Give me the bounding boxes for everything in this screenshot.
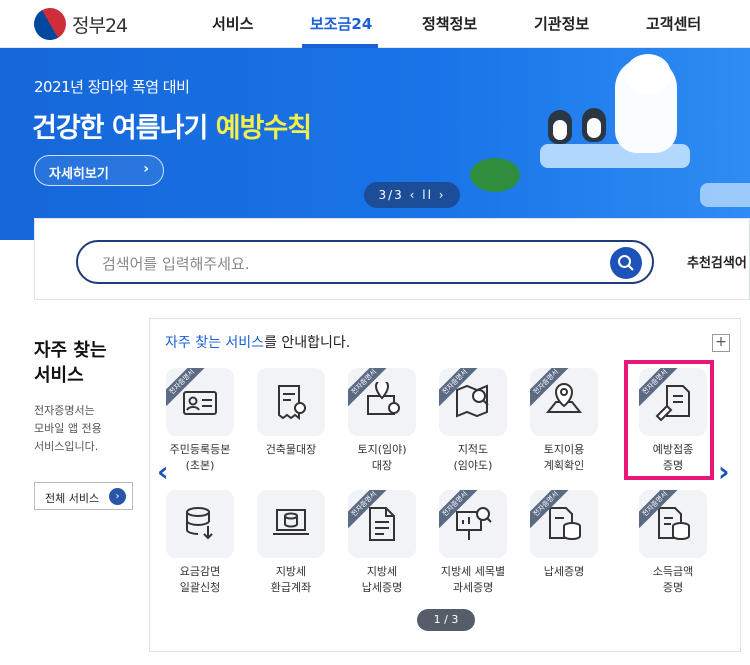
- nav-customer-center[interactable]: 고객센터: [646, 13, 701, 34]
- service-label: 지방세 환급계좌: [270, 565, 312, 594]
- service-label: 지적도 (임야도): [453, 443, 493, 472]
- banner-title: 건강한 여름나기 예방수칙: [32, 106, 312, 145]
- service-item[interactable]: 전자증명서토지(임야) 대장: [339, 368, 425, 488]
- service-item[interactable]: 전자증명서지방세 세목별 과세증명: [430, 490, 516, 610]
- service-tile[interactable]: [166, 490, 234, 558]
- service-label: 토지이용 계획확인: [543, 443, 585, 472]
- receipt-search-icon: [278, 385, 306, 420]
- banner-title-plain: 건강한 여름나기: [32, 113, 216, 144]
- service-tile[interactable]: 전자증명서: [348, 490, 416, 558]
- service-item[interactable]: 전자증명서지방세 납세증명: [339, 490, 425, 610]
- panel-title-highlight: 자주 찾는 서비스: [165, 335, 265, 351]
- service-label: 토지(임야) 대장: [357, 443, 407, 472]
- penguin-belly: [587, 118, 601, 138]
- service-tile[interactable]: 전자증명서: [439, 368, 507, 436]
- service-item[interactable]: 전자증명서지적도 (임야도): [430, 368, 516, 488]
- search-section: 검색어를 입력해주세요. 추천검색어: [34, 218, 750, 300]
- nav-subsidy24[interactable]: 보조금24: [310, 13, 372, 34]
- ice-floe-illustration: [700, 183, 750, 207]
- service-item[interactable]: 요금감면 일괄신청: [157, 490, 243, 610]
- banner-pager[interactable]: 3/3 ‹ ll ›: [364, 182, 460, 208]
- service-label: 지방세 세목별 과세증명: [440, 565, 506, 594]
- banner-subtitle: 2021년 장마와 폭염 대비: [34, 78, 190, 96]
- sidebar-title-line: 자주 찾는: [34, 340, 107, 361]
- pause-icon[interactable]: ll: [422, 188, 433, 202]
- service-label: 납세증명: [543, 565, 585, 578]
- sidebar-title-line: 서비스: [34, 365, 84, 386]
- service-tile[interactable]: 전자증명서: [639, 490, 707, 558]
- chevron-right-icon: ›: [109, 488, 126, 505]
- map-pin-icon: [545, 383, 583, 413]
- service-item[interactable]: 건축물대장: [248, 368, 334, 488]
- chevron-right-icon[interactable]: ›: [439, 188, 446, 202]
- government-logo-icon[interactable]: [28, 2, 72, 46]
- carousel-next-icon[interactable]: ›: [718, 455, 730, 488]
- sidebar-description: 전자증명서는모바일 앱 전용서비스입니다.: [34, 402, 102, 456]
- highlight-frame: [624, 360, 714, 480]
- service-label: 주민등록등본 (초본): [169, 443, 231, 472]
- laptop-database-icon: [273, 509, 309, 535]
- all-services-label: 전체 서비스: [45, 492, 100, 505]
- doc-database-icon: [549, 507, 581, 541]
- service-tile[interactable]: 전자증명서: [530, 368, 598, 436]
- doc-database-2-icon: [658, 507, 690, 541]
- presentation-search-icon: [456, 507, 492, 540]
- chevron-left-icon[interactable]: ‹: [410, 188, 417, 202]
- map-search-icon: [456, 384, 489, 418]
- watermelon-illustration: [470, 158, 520, 192]
- banner-pager-count: 3/3: [378, 188, 404, 202]
- nav-services[interactable]: 서비스: [212, 13, 253, 34]
- chevron-right-icon: ›: [143, 161, 149, 177]
- service-label: 소득금액 증명: [652, 565, 694, 594]
- all-services-button[interactable]: 전체 서비스 ›: [34, 482, 133, 510]
- service-tile[interactable]: 전자증명서: [439, 490, 507, 558]
- search-placeholder: 검색어를 입력해주세요.: [102, 255, 250, 273]
- sidebar-title: 자주 찾는서비스: [34, 338, 107, 388]
- banner-title-highlight: 예방수칙: [215, 113, 312, 144]
- service-tile[interactable]: 전자증명서: [166, 368, 234, 436]
- search-button[interactable]: [610, 247, 642, 279]
- sidebar-desc-line: 서비스입니다.: [34, 440, 99, 453]
- service-label: 지방세 납세증명: [361, 565, 403, 594]
- document-icon: [369, 507, 395, 541]
- sidebar-desc-line: 모바일 앱 전용: [34, 422, 102, 435]
- panel-title: 자주 찾는 서비스를 안내합니다.: [165, 332, 350, 352]
- service-item[interactable]: 전자증명서주민등록등본 (초본): [157, 368, 243, 488]
- header: 정부24 서비스 보조금24 정책정보 기관정보 고객센터: [0, 0, 750, 48]
- service-tile[interactable]: [257, 490, 325, 558]
- services-pager[interactable]: 1 / 3: [417, 609, 475, 631]
- banner-details-label: 자세히보기: [49, 167, 109, 182]
- penguin-belly: [553, 120, 567, 140]
- service-label: 요금감면 일괄신청: [179, 565, 221, 594]
- nav-agency-info[interactable]: 기관정보: [534, 13, 589, 34]
- service-tile[interactable]: 전자증명서: [348, 368, 416, 436]
- banner-details-button[interactable]: 자세히보기 ›: [34, 155, 164, 186]
- nav-policy-info[interactable]: 정책정보: [422, 13, 477, 34]
- search-input[interactable]: 검색어를 입력해주세요.: [76, 240, 654, 284]
- service-tile[interactable]: 전자증명서: [530, 490, 598, 558]
- logo-text[interactable]: 정부24: [72, 11, 128, 38]
- service-item[interactable]: 전자증명서납세증명: [521, 490, 607, 610]
- search-icon: [618, 255, 634, 271]
- expand-plus-icon[interactable]: +: [712, 334, 730, 352]
- service-item[interactable]: 전자증명서토지이용 계획확인: [521, 368, 607, 488]
- recommended-keywords-label: 추천검색어: [687, 256, 747, 271]
- service-item[interactable]: 지방세 환급계좌: [248, 490, 334, 610]
- id-card-icon: [183, 391, 217, 415]
- promo-banner[interactable]: 2021년 장마와 폭염 대비 건강한 여름나기 예방수칙 자세히보기 › 3/3…: [0, 48, 750, 240]
- service-tile[interactable]: [257, 368, 325, 436]
- sidebar-desc-line: 전자증명서는: [34, 404, 95, 417]
- polar-bear-head-illustration: [625, 54, 671, 94]
- land-register-icon: [367, 382, 400, 415]
- panel-title-rest: 를 안내합니다.: [264, 335, 351, 351]
- service-item[interactable]: 전자증명서소득금액 증명: [630, 490, 716, 610]
- service-label: 건축물대장: [265, 443, 317, 456]
- database-down-icon: [186, 507, 213, 540]
